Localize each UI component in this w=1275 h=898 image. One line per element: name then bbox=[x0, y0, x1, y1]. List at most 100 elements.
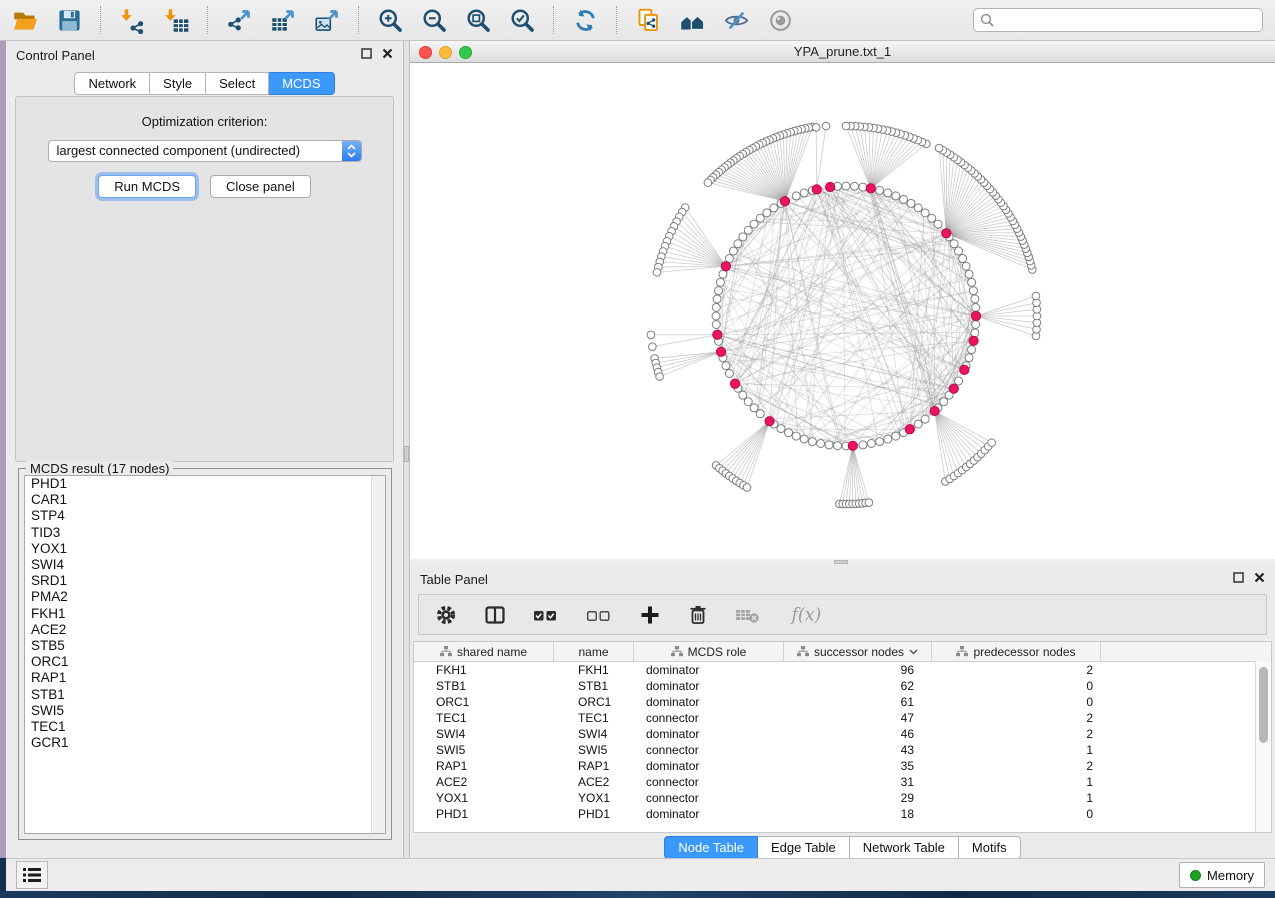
table-row[interactable]: ORC1ORC1dominator610 bbox=[414, 694, 1271, 710]
import-network-icon[interactable] bbox=[119, 7, 146, 34]
mcds-result-item[interactable]: TEC1 bbox=[25, 719, 385, 735]
save-session-icon[interactable] bbox=[56, 7, 83, 34]
first-neighbors-icon[interactable] bbox=[679, 7, 706, 34]
table-row[interactable]: PHD1PHD1dominator180 bbox=[414, 806, 1271, 822]
table-cell[interactable]: dominator bbox=[634, 694, 784, 710]
table-cell[interactable]: 1 bbox=[932, 790, 1101, 806]
mcds-result-item[interactable]: SWI5 bbox=[25, 703, 385, 719]
tab-node-table[interactable]: Node Table bbox=[664, 836, 758, 859]
table-cell[interactable]: 47 bbox=[784, 710, 932, 726]
mcds-result-item[interactable]: ORC1 bbox=[25, 654, 385, 670]
table-cell[interactable]: connector bbox=[634, 774, 784, 790]
table-cell[interactable]: 1 bbox=[932, 742, 1101, 758]
table-scrollbar-thumb[interactable] bbox=[1259, 667, 1268, 743]
table-cell[interactable]: 62 bbox=[784, 678, 932, 694]
network-graph[interactable] bbox=[410, 63, 1275, 558]
float-panel-icon[interactable] bbox=[1233, 572, 1244, 583]
mcds-result-item[interactable]: STP4 bbox=[25, 508, 385, 524]
refresh-view-icon[interactable] bbox=[572, 7, 599, 34]
divider-grip[interactable] bbox=[834, 560, 848, 564]
table-options-gear-icon[interactable] bbox=[435, 604, 457, 626]
table-cell[interactable]: FKH1 bbox=[554, 662, 634, 678]
mcds-result-item[interactable]: STB1 bbox=[25, 687, 385, 703]
table-cell[interactable]: PHD1 bbox=[554, 806, 634, 822]
network-window-titlebar[interactable]: YPA_prune.txt_1 bbox=[410, 41, 1275, 63]
table-cell[interactable]: 31 bbox=[784, 774, 932, 790]
table-cell[interactable]: STB1 bbox=[414, 678, 554, 694]
table-cell[interactable]: YOX1 bbox=[554, 790, 634, 806]
table-row[interactable]: SWI5SWI5connector431 bbox=[414, 742, 1271, 758]
network-canvas[interactable] bbox=[410, 63, 1275, 558]
export-table-icon[interactable] bbox=[270, 7, 297, 34]
add-row-plus-icon[interactable] bbox=[639, 604, 661, 626]
close-panel-icon[interactable] bbox=[1254, 572, 1265, 583]
tab-edge-table[interactable]: Edge Table bbox=[758, 836, 850, 859]
window-zoom-button[interactable] bbox=[459, 46, 472, 59]
zoom-selected-icon[interactable] bbox=[509, 7, 536, 34]
mcds-result-item[interactable]: SWI4 bbox=[25, 557, 385, 573]
export-network-icon[interactable] bbox=[226, 7, 253, 34]
clone-network-icon[interactable] bbox=[635, 7, 662, 34]
table-cell[interactable]: SWI5 bbox=[554, 742, 634, 758]
column-header-shared-name[interactable]: shared name bbox=[414, 642, 554, 661]
table-cell[interactable]: STB1 bbox=[554, 678, 634, 694]
table-cell[interactable]: connector bbox=[634, 742, 784, 758]
column-header-predecessor-nodes[interactable]: predecessor nodes bbox=[932, 642, 1101, 661]
mcds-result-item[interactable]: FKH1 bbox=[25, 606, 385, 622]
vertical-split-divider[interactable] bbox=[403, 41, 410, 858]
table-cell[interactable]: 0 bbox=[932, 694, 1101, 710]
tab-select[interactable]: Select bbox=[206, 72, 269, 95]
table-cell[interactable]: YOX1 bbox=[414, 790, 554, 806]
mcds-result-item[interactable]: STB5 bbox=[25, 638, 385, 654]
table-cell[interactable]: 61 bbox=[784, 694, 932, 710]
mcds-result-item[interactable]: GCR1 bbox=[25, 735, 385, 751]
table-row[interactable]: FKH1FKH1dominator962 bbox=[414, 662, 1271, 678]
table-cell[interactable]: TEC1 bbox=[414, 710, 554, 726]
mcds-result-item[interactable]: ACE2 bbox=[25, 622, 385, 638]
mcds-result-item[interactable]: YOX1 bbox=[25, 541, 385, 557]
tab-motifs[interactable]: Motifs bbox=[959, 836, 1021, 859]
table-cell[interactable]: 2 bbox=[932, 758, 1101, 774]
run-mcds-button[interactable]: Run MCDS bbox=[98, 175, 196, 198]
tab-network-table[interactable]: Network Table bbox=[850, 836, 959, 859]
table-cell[interactable]: 35 bbox=[784, 758, 932, 774]
table-cell[interactable]: TEC1 bbox=[554, 710, 634, 726]
optimization-criterion-dropdown[interactable]: largest connected component (undirected) bbox=[48, 140, 362, 162]
mcds-result-item[interactable]: SRD1 bbox=[25, 573, 385, 589]
table-cell[interactable]: dominator bbox=[634, 678, 784, 694]
deselect-all-icon[interactable] bbox=[586, 604, 612, 626]
table-cell[interactable]: 2 bbox=[932, 710, 1101, 726]
column-header-mcds-role[interactable]: MCDS role bbox=[634, 642, 784, 661]
table-cell[interactable]: SWI4 bbox=[554, 726, 634, 742]
select-all-icon[interactable] bbox=[533, 604, 559, 626]
table-cell[interactable]: RAP1 bbox=[554, 758, 634, 774]
show-graphics-details-icon[interactable] bbox=[767, 7, 794, 34]
tab-style[interactable]: Style bbox=[150, 72, 206, 95]
mcds-result-item[interactable]: PHD1 bbox=[25, 476, 385, 492]
table-row[interactable]: YOX1YOX1connector291 bbox=[414, 790, 1271, 806]
table-cell[interactable]: dominator bbox=[634, 662, 784, 678]
task-history-button[interactable] bbox=[16, 861, 48, 889]
zoom-out-icon[interactable] bbox=[421, 7, 448, 34]
window-minimize-button[interactable] bbox=[439, 46, 452, 59]
zoom-in-icon[interactable] bbox=[377, 7, 404, 34]
delete-row-trash-icon[interactable] bbox=[688, 604, 708, 626]
table-row[interactable]: STB1STB1dominator620 bbox=[414, 678, 1271, 694]
mcds-result-item[interactable]: TID3 bbox=[25, 525, 385, 541]
hide-graphics-details-icon[interactable] bbox=[723, 7, 750, 34]
import-table-icon[interactable] bbox=[163, 7, 190, 34]
table-cell[interactable]: dominator bbox=[634, 726, 784, 742]
memory-button[interactable]: Memory bbox=[1179, 862, 1265, 888]
table-cell[interactable]: dominator bbox=[634, 806, 784, 822]
zoom-fit-icon[interactable] bbox=[465, 7, 492, 34]
mcds-list-scrollbar[interactable] bbox=[371, 476, 385, 833]
table-cell[interactable]: 96 bbox=[784, 662, 932, 678]
table-cell[interactable]: 29 bbox=[784, 790, 932, 806]
mcds-result-item[interactable]: RAP1 bbox=[25, 670, 385, 686]
tab-network[interactable]: Network bbox=[74, 72, 150, 95]
export-image-icon[interactable] bbox=[314, 7, 341, 34]
table-cell[interactable]: connector bbox=[634, 710, 784, 726]
divider-grip[interactable] bbox=[404, 446, 409, 462]
table-cell[interactable]: FKH1 bbox=[414, 662, 554, 678]
window-close-button[interactable] bbox=[419, 46, 432, 59]
